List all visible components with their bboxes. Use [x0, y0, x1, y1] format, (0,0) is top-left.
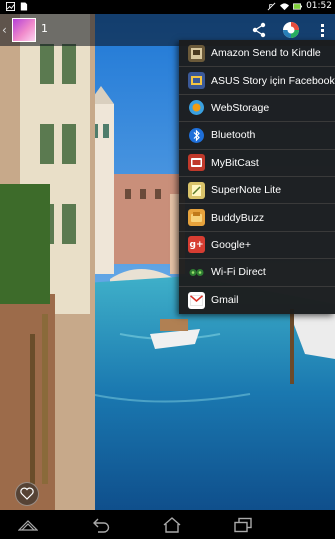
menu-item-label: WebStorage	[211, 101, 270, 114]
buddybuzz-icon	[188, 209, 205, 227]
menu-item-asus-story[interactable]: ASUS Story için Facebook	[179, 67, 335, 95]
gmail-icon	[188, 291, 205, 309]
photo-effects-button[interactable]	[15, 482, 39, 506]
nav-home-button[interactable]	[161, 515, 183, 535]
menu-item-label: ASUS Story için Facebook	[211, 74, 335, 87]
menu-item-wifi-direct[interactable]: Wi-Fi Direct	[179, 259, 335, 287]
wifi-direct-icon	[188, 264, 205, 281]
kindle-icon	[188, 44, 205, 62]
menu-item-gmail[interactable]: Gmail	[179, 287, 335, 314]
menu-item-label: Bluetooth	[211, 129, 256, 142]
album-thumbnail[interactable]	[12, 18, 36, 42]
status-bar: 01:52	[0, 0, 335, 14]
supernote-icon	[188, 181, 205, 199]
wifi-icon	[280, 2, 290, 10]
menu-item-label: Google+	[211, 238, 251, 251]
share-button[interactable]	[246, 18, 272, 42]
menu-item-buddybuzz[interactable]: BuddyBuzz	[179, 204, 335, 232]
google-plus-icon: g+	[188, 236, 205, 254]
nav-back-button[interactable]	[90, 515, 112, 535]
overflow-menu-button[interactable]	[314, 18, 330, 42]
menu-item-label: Gmail	[211, 294, 239, 307]
back-icon	[93, 518, 110, 533]
nav-menu-button[interactable]	[17, 515, 39, 535]
file-notification-icon	[20, 2, 28, 11]
heart-icon	[20, 487, 34, 500]
mybitcast-icon	[188, 154, 205, 172]
asus-story-icon	[188, 72, 205, 90]
battery-icon	[293, 2, 303, 10]
menu-item-label: BuddyBuzz	[211, 211, 265, 224]
mute-icon	[267, 2, 276, 10]
bluetooth-icon	[188, 127, 205, 144]
home-icon	[163, 517, 181, 533]
album-count: 1	[41, 22, 48, 35]
nav-recent-apps-button[interactable]	[232, 515, 254, 535]
menu-item-amazon-kindle[interactable]: Amazon Send to Kindle	[179, 40, 335, 68]
up-caret-icon[interactable]: ‹	[2, 23, 7, 37]
webstorage-icon	[188, 99, 205, 116]
app-switch-button[interactable]	[278, 18, 304, 42]
menu-item-label: Wi-Fi Direct	[211, 266, 266, 279]
menu-item-label: Amazon Send to Kindle	[211, 47, 321, 60]
menu-item-label: SuperNote Lite	[211, 184, 282, 197]
menu-item-mybitcast[interactable]: MyBitCast	[179, 150, 335, 177]
recent-apps-icon	[234, 517, 252, 533]
share-icon	[252, 22, 266, 38]
menu-item-supernote-lite[interactable]: SuperNote Lite	[179, 177, 335, 205]
overflow-menu-icon	[320, 23, 324, 37]
menu-icon	[18, 520, 38, 531]
menu-item-webstorage[interactable]: WebStorage	[179, 95, 335, 123]
menu-item-bluetooth[interactable]: Bluetooth	[179, 122, 335, 150]
navigation-bar	[0, 510, 335, 539]
status-time: 01:52	[306, 1, 332, 11]
share-menu: Amazon Send to Kindle ASUS Story için Fa…	[179, 40, 335, 314]
app-switch-icon	[283, 22, 299, 38]
image-notification-icon	[6, 2, 15, 11]
menu-item-google-plus[interactable]: g+ Google+	[179, 232, 335, 260]
menu-item-label: MyBitCast	[211, 156, 259, 169]
